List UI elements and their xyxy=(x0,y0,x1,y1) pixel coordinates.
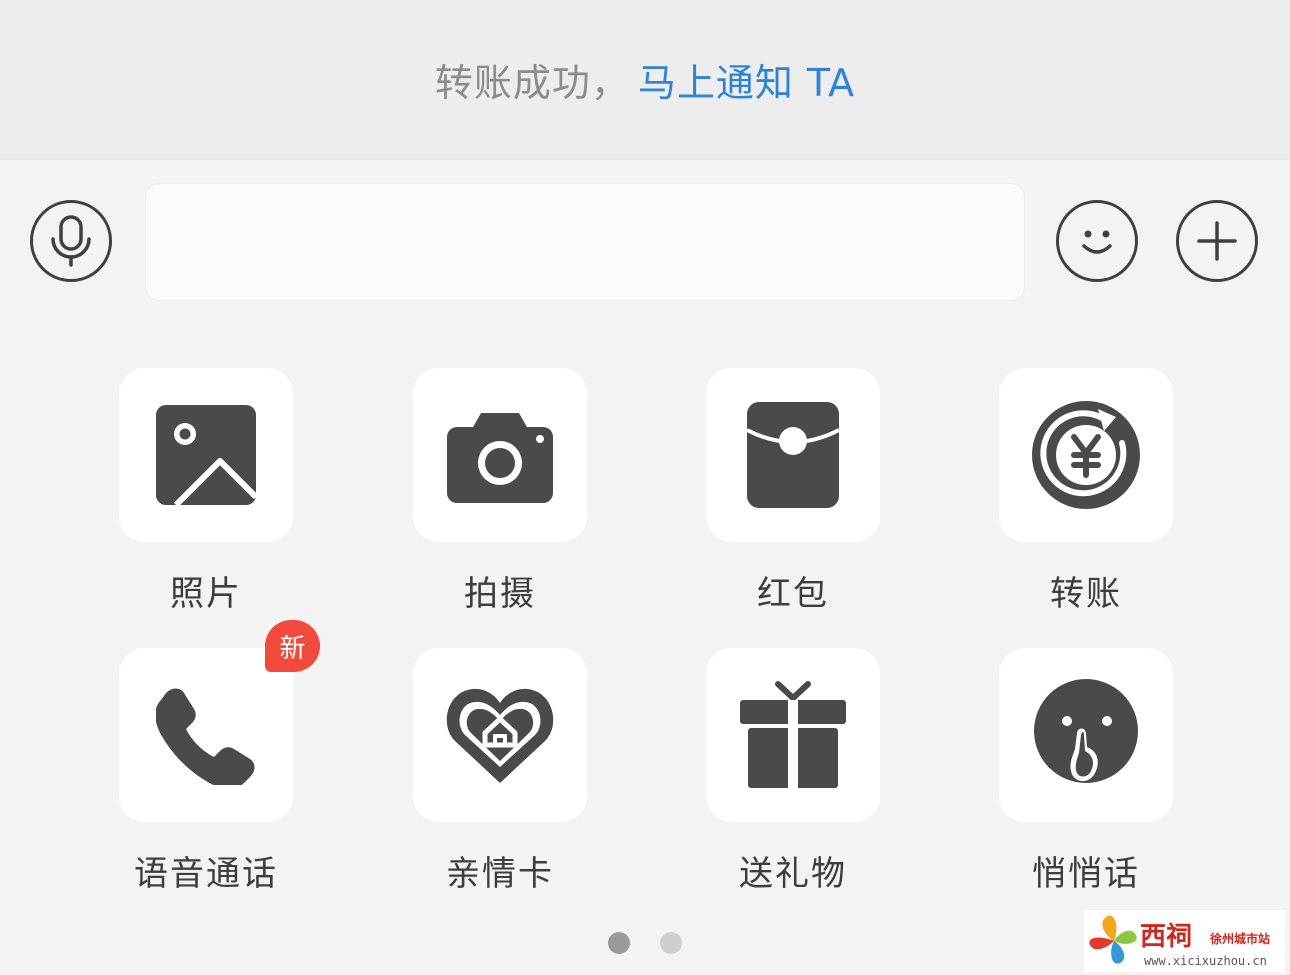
transfer-success-banner: 转账成功， 马上通知 TA xyxy=(0,0,1290,158)
camera-button[interactable] xyxy=(413,368,587,542)
family-card-button[interactable] xyxy=(413,648,587,822)
red-packet-icon xyxy=(746,402,840,508)
family-card-heart-icon xyxy=(446,688,554,783)
message-input[interactable] xyxy=(145,183,1025,301)
voice-call-label: 语音通话 xyxy=(134,854,278,894)
smiley-icon xyxy=(1082,230,1112,254)
whisper-label: 悄悄话 xyxy=(1032,854,1140,894)
phone-icon xyxy=(156,688,255,785)
gift-button[interactable] xyxy=(706,648,880,822)
photo-icon xyxy=(156,405,258,507)
red-packet-label: 红包 xyxy=(757,574,829,614)
microphone-icon xyxy=(51,215,91,267)
notify-link[interactable]: 马上通知 TA xyxy=(638,52,855,107)
red-packet-button[interactable] xyxy=(706,368,880,542)
camera-icon xyxy=(447,413,553,503)
page-dot-1[interactable] xyxy=(608,932,630,954)
watermark-title: 西祠 xyxy=(1140,922,1193,952)
family-card-label: 亲情卡 xyxy=(446,854,554,894)
gift-label: 送礼物 xyxy=(739,854,847,894)
plus-icon xyxy=(1197,221,1237,261)
transfer-button[interactable] xyxy=(999,368,1173,542)
pinwheel-logo-icon xyxy=(1089,915,1137,964)
new-badge: 新 xyxy=(265,620,320,672)
voice-input-button[interactable] xyxy=(30,200,112,282)
transfer-label: 转账 xyxy=(1050,574,1122,614)
transfer-yuan-icon xyxy=(1032,401,1140,509)
voice-call-button[interactable] xyxy=(119,648,293,822)
page-dot-2[interactable] xyxy=(660,932,682,954)
whisper-face-icon xyxy=(1034,679,1138,783)
watermark-subtitle: 徐州城市站 xyxy=(1210,932,1271,946)
whisper-button[interactable] xyxy=(999,648,1173,822)
gift-icon xyxy=(740,681,846,788)
photo-label: 照片 xyxy=(170,574,242,614)
banner-divider xyxy=(0,158,1290,160)
watermark-url: www.xicixuzhou.cn xyxy=(1144,954,1267,968)
banner-message: 转账成功， xyxy=(434,60,630,105)
photo-button[interactable] xyxy=(119,368,293,542)
site-watermark: 西祠 徐州城市站 www.xicixuzhou.cn xyxy=(1084,910,1285,972)
camera-label: 拍摄 xyxy=(464,574,536,614)
emoji-button[interactable] xyxy=(1056,200,1138,282)
more-button[interactable] xyxy=(1176,200,1258,282)
